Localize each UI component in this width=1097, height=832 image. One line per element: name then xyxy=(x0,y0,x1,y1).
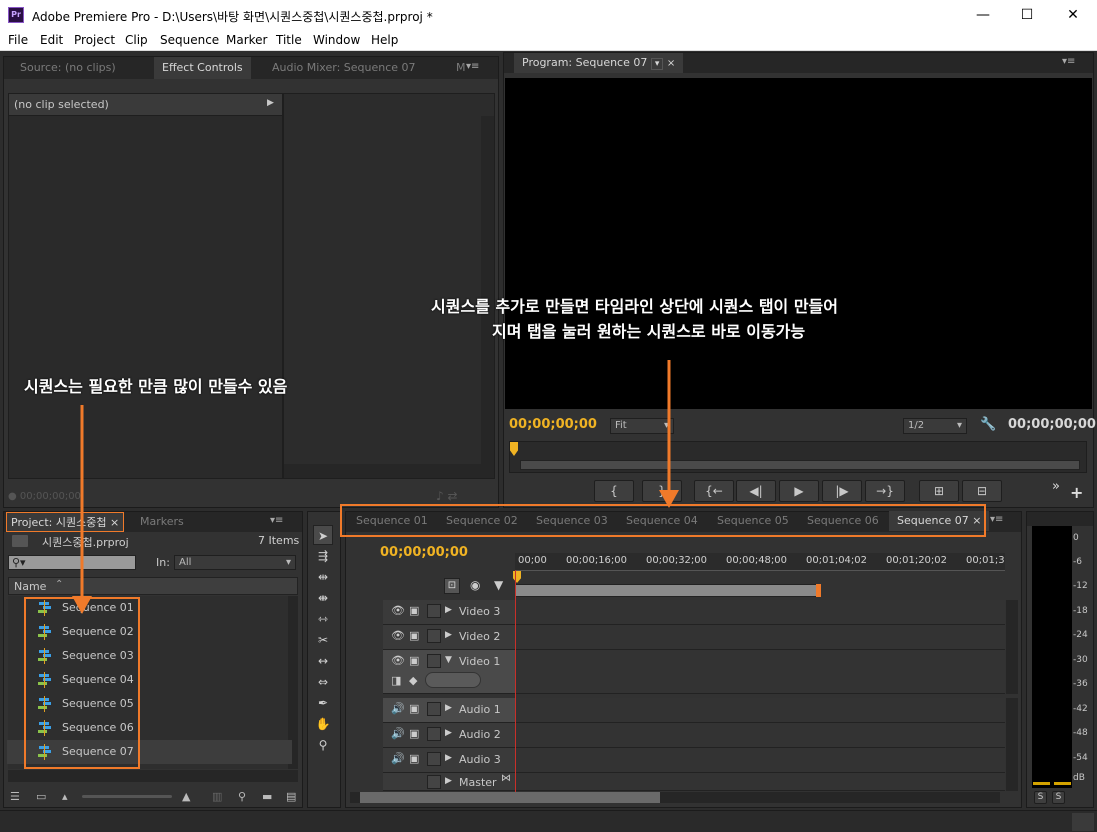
arrow-head-left xyxy=(72,596,92,614)
arrow-head-right xyxy=(659,490,679,508)
annotation-arrows xyxy=(72,360,679,614)
